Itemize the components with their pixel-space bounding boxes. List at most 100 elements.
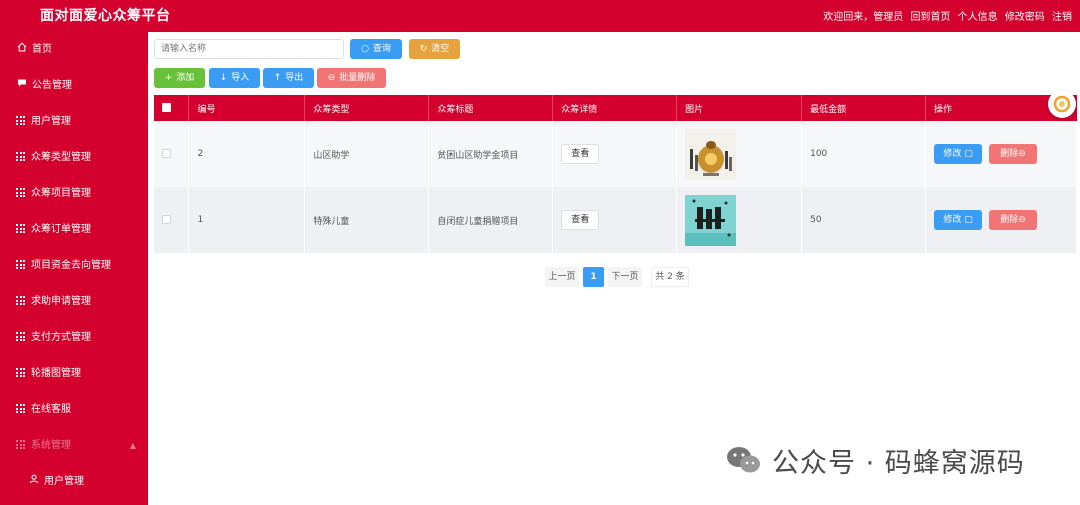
min-amount-cell: 50 [801, 187, 927, 253]
detail-cell: 查看 [552, 187, 678, 253]
grid-icon [16, 332, 25, 341]
header-links: 欢迎回来，管理员 回到首页 个人信息 修改密码 注销 [819, 8, 1072, 23]
select-all-cell[interactable] [154, 95, 190, 121]
page-number-button[interactable]: 1 [583, 267, 604, 287]
crowdfunding-poster-image[interactable] [685, 194, 737, 246]
sidebar-item-label: 众筹订单管理 [31, 224, 91, 235]
sidebar-item-label: 公告管理 [32, 80, 72, 91]
arrow-up-icon: ↑ [273, 73, 282, 83]
sidebar-item-crowdfunding-types[interactable]: 众筹类型管理 [0, 140, 148, 176]
edit-icon: ▢ [961, 215, 973, 225]
sidebar-item-payment-methods[interactable]: 支付方式管理 [0, 320, 148, 356]
sidebar-item-help-requests[interactable]: 求助申请管理 [0, 284, 148, 320]
mountain-school-fundraising-image[interactable] [685, 128, 737, 180]
sidebar-item-fund-destination[interactable]: 项目资金去向管理 [0, 248, 148, 284]
table-row: 1 特殊儿童 自闭症儿童捐赠项目 查看 50 修改 ▢ 删除⊖ [154, 187, 1077, 253]
edit-button[interactable]: 修改 ▢ [934, 144, 983, 164]
message-icon [16, 68, 28, 104]
total-count: 共 2 条 [651, 267, 689, 287]
home-icon [16, 32, 28, 68]
wechat-icon [727, 447, 760, 473]
column-header: 编号 [188, 95, 306, 121]
home-link[interactable]: 回到首页 [910, 12, 950, 23]
edit-button[interactable]: 修改 ▢ [934, 210, 983, 230]
grid-icon [16, 260, 25, 269]
refresh-icon: ↻ [419, 44, 428, 54]
grid-icon [16, 404, 25, 413]
welcome-text: 欢迎回来，管理员 [823, 12, 904, 23]
sidebar-item-crowdfunding-orders[interactable]: 众筹订单管理 [0, 212, 148, 248]
view-detail-button[interactable]: 查看 [561, 210, 600, 230]
search-icon: ○ [361, 44, 369, 54]
change-password-link[interactable]: 修改密码 [1005, 12, 1045, 23]
title-cell: 自闭症儿童捐赠项目 [428, 187, 554, 253]
column-header: 众筹标题 [428, 95, 554, 121]
column-header: 众筹详情 [552, 95, 678, 121]
type-cell: 特殊儿童 [304, 187, 430, 253]
table-header-row: 编号 众筹类型 众筹标题 众筹详情 图片 最低金额 操作 [154, 95, 1077, 121]
sidebar-item-label: 系统管理 [31, 440, 71, 451]
id-cell: 2 [188, 121, 306, 187]
grid-icon [16, 296, 25, 305]
sidebar-subitem-users[interactable]: 用户管理 [0, 464, 148, 500]
sidebar-item-carousel[interactable]: 轮播图管理 [0, 356, 148, 392]
grid-icon [16, 368, 25, 377]
chevron-up-icon: ▲ [129, 441, 136, 450]
arrow-down-icon: ↓ [219, 73, 228, 83]
top-header: 面对面爱心众筹平台 欢迎回来，管理员 回到首页 个人信息 修改密码 注销 [0, 0, 1080, 32]
delete-button[interactable]: 删除⊖ [989, 210, 1038, 230]
import-button[interactable]: ↓ 导入 [209, 68, 260, 88]
sidebar-item-label: 在线客服 [31, 404, 71, 415]
sidebar-item-label: 项目资金去向管理 [31, 260, 111, 271]
column-header: 图片 [676, 95, 803, 121]
pagination: 上一页 1 下一页 共 2 条 [148, 267, 1080, 287]
image-cell [676, 121, 803, 187]
row-checkbox[interactable] [162, 149, 171, 158]
sidebar-item-announcements[interactable]: 公告管理 [0, 68, 148, 104]
next-page-button[interactable]: 下一页 [608, 267, 642, 287]
delete-button[interactable]: 删除⊖ [989, 144, 1038, 164]
sidebar-item-crowdfunding-projects[interactable]: 众筹项目管理 [0, 176, 148, 212]
logout-link[interactable]: 注销 [1052, 12, 1072, 23]
sidebar-item-label: 用户管理 [44, 476, 84, 487]
sidebar-group-system[interactable]: 系统管理 ▲ [0, 428, 148, 464]
actions-cell: 修改 ▢ 删除⊖ [925, 187, 1077, 253]
edit-icon: ▢ [961, 149, 973, 159]
minus-circle-icon: ⊖ [1018, 215, 1026, 225]
grid-icon [16, 152, 25, 161]
row-select-cell[interactable] [154, 187, 190, 253]
sidebar-item-users[interactable]: 用户管理 [0, 104, 148, 140]
user-icon [28, 464, 40, 500]
actions-cell: 修改 ▢ 删除⊖ [925, 121, 1077, 187]
main-content: ○查询 ↻清空 +添加 ↓导入 ↑导出 ⊖批量删除 编号 众筹类型 众筹标题 众… [148, 32, 1080, 505]
row-select-cell[interactable] [154, 121, 190, 187]
prev-page-button[interactable]: 上一页 [545, 267, 579, 287]
sidebar-item-label: 首页 [32, 44, 52, 55]
grid-icon [16, 116, 25, 125]
plus-icon: + [164, 73, 173, 83]
floating-helper-button[interactable] [1048, 90, 1076, 118]
sidebar-item-label: 众筹项目管理 [31, 188, 91, 199]
select-all-checkbox[interactable] [162, 103, 171, 112]
view-detail-button[interactable]: 查看 [561, 144, 600, 164]
row-checkbox[interactable] [162, 215, 171, 224]
sidebar-item-label: 支付方式管理 [31, 332, 91, 343]
column-header: 最低金额 [801, 95, 927, 121]
batch-delete-button[interactable]: ⊖ 批量删除 [317, 68, 386, 88]
crowdfunding-table: 编号 众筹类型 众筹标题 众筹详情 图片 最低金额 操作 2 山区助学 贫困山区… [154, 95, 1077, 253]
add-button[interactable]: + 添加 [154, 68, 205, 88]
sidebar-item-label: 轮播图管理 [31, 368, 81, 379]
search-input[interactable] [154, 39, 344, 59]
grid-icon [16, 440, 25, 449]
query-button[interactable]: ○ 查询 [350, 39, 402, 59]
sidebar-item-customer-service[interactable]: 在线客服 [0, 392, 148, 428]
sidebar-item-home[interactable]: 首页 [0, 32, 148, 68]
table-row: 2 山区助学 贫困山区助学金项目 查看 100 修改 ▢ 删除⊖ [154, 121, 1077, 187]
sidebar-item-label: 求助申请管理 [31, 296, 91, 307]
minus-circle-icon: ⊖ [1018, 149, 1026, 159]
profile-link[interactable]: 个人信息 [958, 12, 998, 23]
clear-button[interactable]: ↻ 清空 [409, 39, 460, 59]
grid-icon [16, 224, 25, 233]
export-button[interactable]: ↑ 导出 [263, 68, 314, 88]
sidebar-item-label: 用户管理 [31, 116, 71, 127]
